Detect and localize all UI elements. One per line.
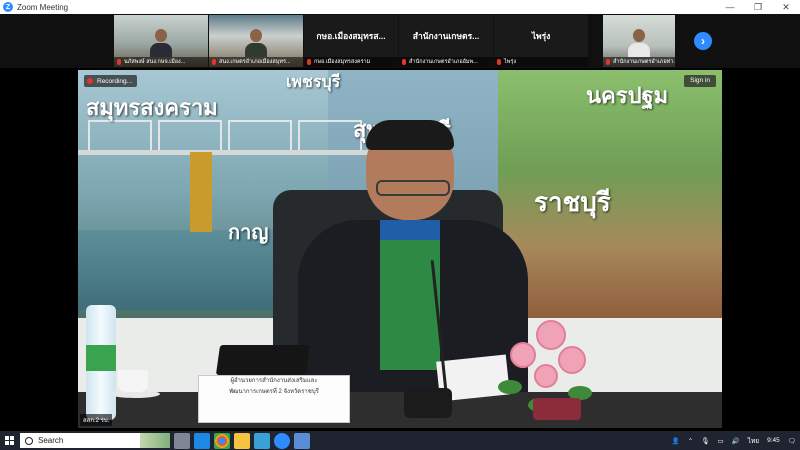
recording-label: Recording...: [97, 77, 133, 85]
main-video[interactable]: สมุทรสงคราม เพชรบุรี สุพรรณบุรี นครปฐม ร…: [78, 70, 722, 428]
participant-video: [245, 29, 267, 57]
participant-name: สำนักงานเกษตรอำเภออัมพ...: [399, 57, 493, 67]
chevron-right-icon[interactable]: ›: [694, 32, 712, 50]
edge-icon[interactable]: [194, 432, 210, 449]
microphone-base: [404, 388, 452, 418]
sign-in-button[interactable]: Sign in: [684, 75, 716, 87]
folder-icon[interactable]: [234, 432, 250, 449]
participant-display-name: กษอ.เมืองสมุทรส...: [316, 31, 386, 41]
microphone-tray-icon[interactable]: 🎙: [701, 437, 709, 445]
recording-indicator: Recording...: [84, 75, 138, 87]
zoom-icon[interactable]: [274, 432, 290, 449]
search-icon: [25, 436, 33, 445]
participant-tile[interactable]: สนง.เกษตรอำเภอเมืองสมุทร...: [209, 15, 303, 67]
participant-display-name: ไพรุ่ง: [531, 31, 551, 41]
window-title: Zoom Meeting: [17, 2, 69, 12]
participant-name: ไพรุ่ง: [494, 57, 588, 67]
backdrop-province: นครปฐม: [586, 83, 669, 108]
participant-strip: นภัสพงษ์ สนง.กษจ.เมือง... สนง.เกษตรอำเภอ…: [0, 14, 800, 68]
nameplate-line: ผู้อำนวยการสำนักงานส่งเสริมและ: [230, 378, 318, 384]
zoom-logo-icon: Z: [3, 2, 13, 12]
system-tray: 👤 ⌃ 🎙 ▭ 🔊 ไทย 9:45 🗨: [668, 436, 800, 446]
conference-table: [78, 392, 722, 428]
network-icon[interactable]: ▭: [717, 437, 723, 445]
taskbar-search-box[interactable]: Search: [20, 433, 170, 448]
participant-tile[interactable]: ไพรุ่ง ไพรุ่ง: [494, 15, 588, 67]
windows-start-button[interactable]: [0, 431, 18, 450]
participant-name: สนง.เกษตรอำเภอเมืองสมุทร...: [209, 57, 303, 67]
participant-tile[interactable]: สำนักงานเกษตร... สำนักงานเกษตรอำเภออัมพ.…: [399, 15, 493, 67]
participant-name: สำนักงานเกษตรอำเภอท่า...: [603, 57, 675, 67]
backdrop-province: ราชบุรี: [534, 187, 611, 217]
window-titlebar: Z Zoom Meeting — ❐ ✕: [0, 0, 800, 14]
minimize-button[interactable]: —: [716, 2, 744, 13]
participant-tile[interactable]: นภัสพงษ์ สนง.กษจ.เมือง...: [114, 15, 208, 67]
clock[interactable]: 9:45: [767, 437, 780, 444]
backdrop-province: สมุทรสงคราม: [86, 95, 218, 120]
glasses-icon: [376, 180, 450, 196]
task-view-icon[interactable]: [174, 432, 190, 449]
screen-icon[interactable]: [294, 432, 310, 449]
tablet-device: [215, 345, 311, 375]
cup: [118, 370, 148, 392]
participant-tile[interactable]: กษอ.เมืองสมุทรส... กษอ.เมืองสมุทรสงคราม: [304, 15, 398, 67]
chrome-icon[interactable]: [214, 432, 230, 449]
participant-display-name: สำนักงานเกษตร...: [412, 31, 480, 41]
window-controls: — ❐ ✕: [716, 2, 800, 13]
participant-video: [628, 29, 650, 57]
search-placeholder: Search: [38, 436, 64, 445]
participant-name: กษอ.เมืองสมุทรสงคราม: [304, 57, 398, 67]
windows-logo-icon: [4, 436, 14, 445]
water-bottle: [86, 305, 116, 420]
nameplate-line: พัฒนาการเกษตรที่ 2 จังหวัดราชบุรี: [229, 389, 319, 395]
search-highlight-image: [140, 433, 170, 448]
notification-icon[interactable]: 🗨: [788, 437, 796, 445]
people-icon[interactable]: 👤: [672, 437, 680, 445]
photos-icon[interactable]: [254, 432, 270, 449]
participant-name: นภัสพงษ์ สนง.กษจ.เมือง...: [114, 57, 208, 67]
language-indicator[interactable]: ไทย: [748, 436, 759, 446]
maximize-button[interactable]: ❐: [744, 2, 772, 13]
speaker-label: สสก.2 รบ.: [80, 414, 113, 426]
participant-video: [150, 29, 172, 57]
bridge-pillar: [190, 152, 212, 232]
backdrop-province: เพชรบุรี: [286, 74, 341, 91]
volume-icon[interactable]: 🔊: [732, 437, 740, 445]
windows-taskbar: Search 👤 ⌃ 🎙 ▭ 🔊 ไทย 9:45 🗨: [0, 431, 800, 450]
chevron-up-icon[interactable]: ⌃: [688, 437, 693, 445]
participant-tile[interactable]: สำนักงานเกษตรอำเภอท่า...: [603, 15, 675, 67]
close-button[interactable]: ✕: [772, 2, 800, 13]
recording-icon: [87, 78, 93, 84]
backdrop-province: กาญ: [228, 222, 269, 244]
nameplate: ผู้อำนวยการสำนักงานส่งเสริมและ พัฒนาการเ…: [198, 375, 350, 423]
flower-pot: [533, 398, 581, 420]
